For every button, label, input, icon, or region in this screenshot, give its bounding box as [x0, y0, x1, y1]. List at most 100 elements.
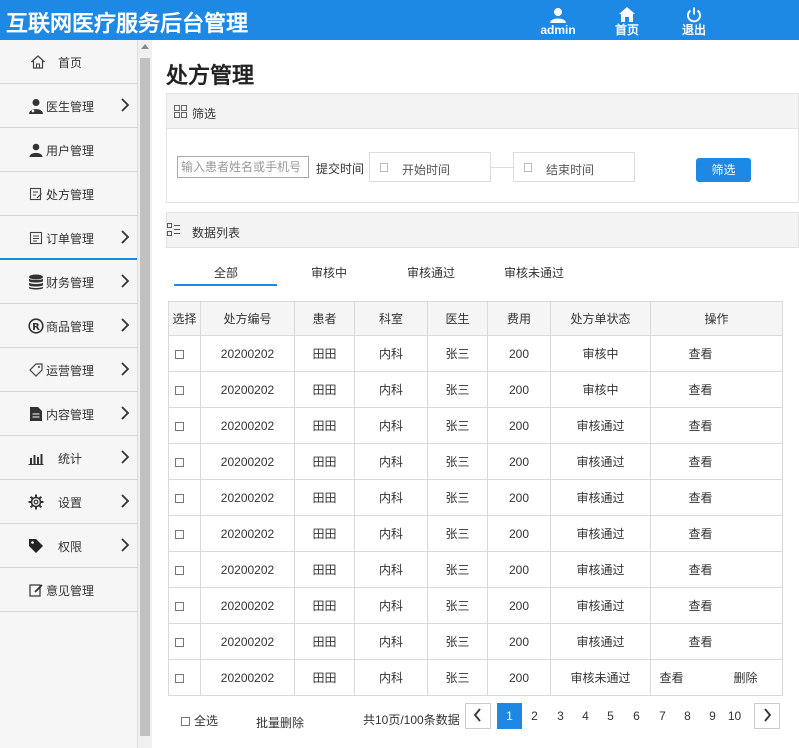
delete-link[interactable]: 删除	[734, 671, 758, 685]
start-time-picker[interactable]: 开始时间	[369, 152, 491, 182]
page-number-button[interactable]: 3	[548, 703, 573, 729]
view-link[interactable]: 查看	[688, 599, 712, 613]
sidebar-item-statistics[interactable]: 统计	[0, 436, 137, 480]
prescription-status: 审核通过	[550, 515, 651, 552]
scrollbar-thumb[interactable]	[140, 58, 150, 736]
view-link[interactable]: 查看	[688, 527, 712, 541]
prescription-status: 审核通过	[550, 587, 651, 624]
sidebar-item-feedback[interactable]: 意见管理	[0, 568, 137, 612]
sidebar-item-label: 权限	[58, 540, 83, 554]
prescription-id: 20200202	[200, 587, 295, 624]
sidebar-item-label: 商品管理	[46, 320, 95, 334]
chevron-right-icon	[120, 493, 130, 509]
table-row: 20200202 田田 内科 张三 200 审核通过 查看	[168, 551, 783, 588]
row-checkbox[interactable]	[175, 529, 184, 539]
page-number-button[interactable]: 6	[624, 703, 649, 729]
app-title: 互联网医疗服务后台管理	[6, 11, 249, 36]
search-input[interactable]	[177, 156, 309, 178]
home-button[interactable]: 首页	[605, 3, 649, 39]
select-cell	[168, 659, 201, 696]
page-info: 共10页/100条数据	[363, 713, 460, 727]
prescription-id: 20200202	[200, 335, 295, 372]
row-checkbox[interactable]	[175, 673, 184, 683]
sidebar-item-settings[interactable]: 设置	[0, 480, 137, 524]
sidebar-item-operations[interactable]: 运营管理	[0, 348, 137, 392]
submit-time-label: 提交时间	[316, 162, 365, 176]
sidebar-item-orders[interactable]: 订单管理	[0, 216, 137, 260]
select-cell	[168, 443, 201, 480]
checkbox[interactable]	[181, 717, 190, 726]
page-number-button[interactable]: 5	[598, 703, 623, 729]
row-checkbox[interactable]	[175, 601, 184, 611]
page-number-button[interactable]: 10	[722, 703, 747, 729]
page-number-button[interactable]: 8	[675, 703, 700, 729]
prescription-status: 审核未通过	[550, 659, 651, 696]
filter-button[interactable]: 筛选	[696, 158, 751, 182]
fee: 200	[487, 371, 551, 408]
row-checkbox[interactable]	[175, 421, 184, 431]
chevron-right-icon	[120, 317, 130, 333]
sidebar-item-users[interactable]: 用户管理	[0, 128, 137, 172]
batch-delete-button[interactable]: 批量删除	[256, 714, 304, 731]
select-cell	[168, 371, 201, 408]
sidebar-item-products[interactable]: R 商品管理	[0, 304, 137, 348]
table-row: 20200202 田田 内科 张三 200 审核通过 查看	[168, 587, 783, 624]
prescription-status: 审核中	[550, 335, 651, 372]
fee: 200	[487, 587, 551, 624]
actions-cell: 查看	[650, 587, 783, 624]
actions-cell: 查看	[650, 623, 783, 660]
row-checkbox[interactable]	[175, 493, 184, 503]
tab-reviewing[interactable]: 审核中	[311, 264, 347, 281]
logout-button[interactable]: 退出	[672, 3, 716, 39]
end-time-picker[interactable]: 结束时间	[513, 152, 635, 182]
page-number-button[interactable]: 7	[650, 703, 675, 729]
department: 内科	[354, 551, 428, 588]
chevron-right-icon	[120, 537, 130, 553]
view-link[interactable]: 查看	[688, 635, 712, 649]
sidebar-item-doctors[interactable]: 医生管理	[0, 84, 137, 128]
chevron-right-icon	[120, 449, 130, 465]
tab-all[interactable]: 全部	[214, 264, 238, 281]
row-checkbox[interactable]	[175, 457, 184, 467]
table-header-row: 选择 处方编号 患者 科室 医生 费用 处方单状态 操作	[168, 301, 783, 336]
select-all-checkbox[interactable]: 全选	[181, 712, 218, 729]
view-link[interactable]: 查看	[688, 347, 712, 361]
sidebar-item-permissions[interactable]: 权限	[0, 524, 137, 568]
prescription-id: 20200202	[200, 623, 295, 660]
prev-page-button[interactable]	[465, 703, 491, 729]
row-checkbox[interactable]	[175, 349, 184, 359]
view-link[interactable]: 查看	[688, 563, 712, 577]
page-number-button[interactable]: 2	[522, 703, 547, 729]
tab-approved[interactable]: 审核通过	[407, 264, 455, 281]
sidebar-item-content[interactable]: 内容管理	[0, 392, 137, 436]
sidebar-item-prescriptions[interactable]: 处方管理	[0, 172, 137, 216]
page-number-button[interactable]: 1	[497, 703, 522, 729]
next-page-button[interactable]	[754, 703, 780, 729]
sidebar-item-label: 处方管理	[46, 188, 95, 202]
actions-cell: 查看	[650, 443, 783, 480]
row-checkbox[interactable]	[175, 565, 184, 575]
page-number-button[interactable]: 4	[573, 703, 598, 729]
view-link[interactable]: 查看	[659, 671, 683, 685]
patient-name: 田田	[294, 479, 355, 516]
table-row: 20200202 田田 内科 张三 200 审核通过 查看	[168, 479, 783, 516]
view-link[interactable]: 查看	[688, 419, 712, 433]
sidebar-item-home[interactable]: 首页	[0, 40, 137, 84]
patient-name: 田田	[294, 623, 355, 660]
row-checkbox[interactable]	[175, 385, 184, 395]
admin-user-button[interactable]: admin	[536, 3, 580, 39]
row-checkbox[interactable]	[175, 637, 184, 647]
scroll-up-arrow-icon[interactable]	[141, 44, 149, 49]
view-link[interactable]: 查看	[688, 491, 712, 505]
select-cell	[168, 515, 201, 552]
select-cell	[168, 479, 201, 516]
department: 内科	[354, 623, 428, 660]
chevron-right-icon	[120, 273, 130, 289]
bar-chart-icon	[28, 450, 44, 466]
tab-rejected[interactable]: 审核未通过	[504, 264, 564, 281]
department: 内科	[354, 515, 428, 552]
view-link[interactable]: 查看	[688, 455, 712, 469]
sidebar-item-finance[interactable]: 财务管理	[0, 260, 137, 304]
view-link[interactable]: 查看	[688, 383, 712, 397]
table-row: 20200202 田田 内科 张三 200 审核未通过 查看 删除	[168, 659, 783, 696]
